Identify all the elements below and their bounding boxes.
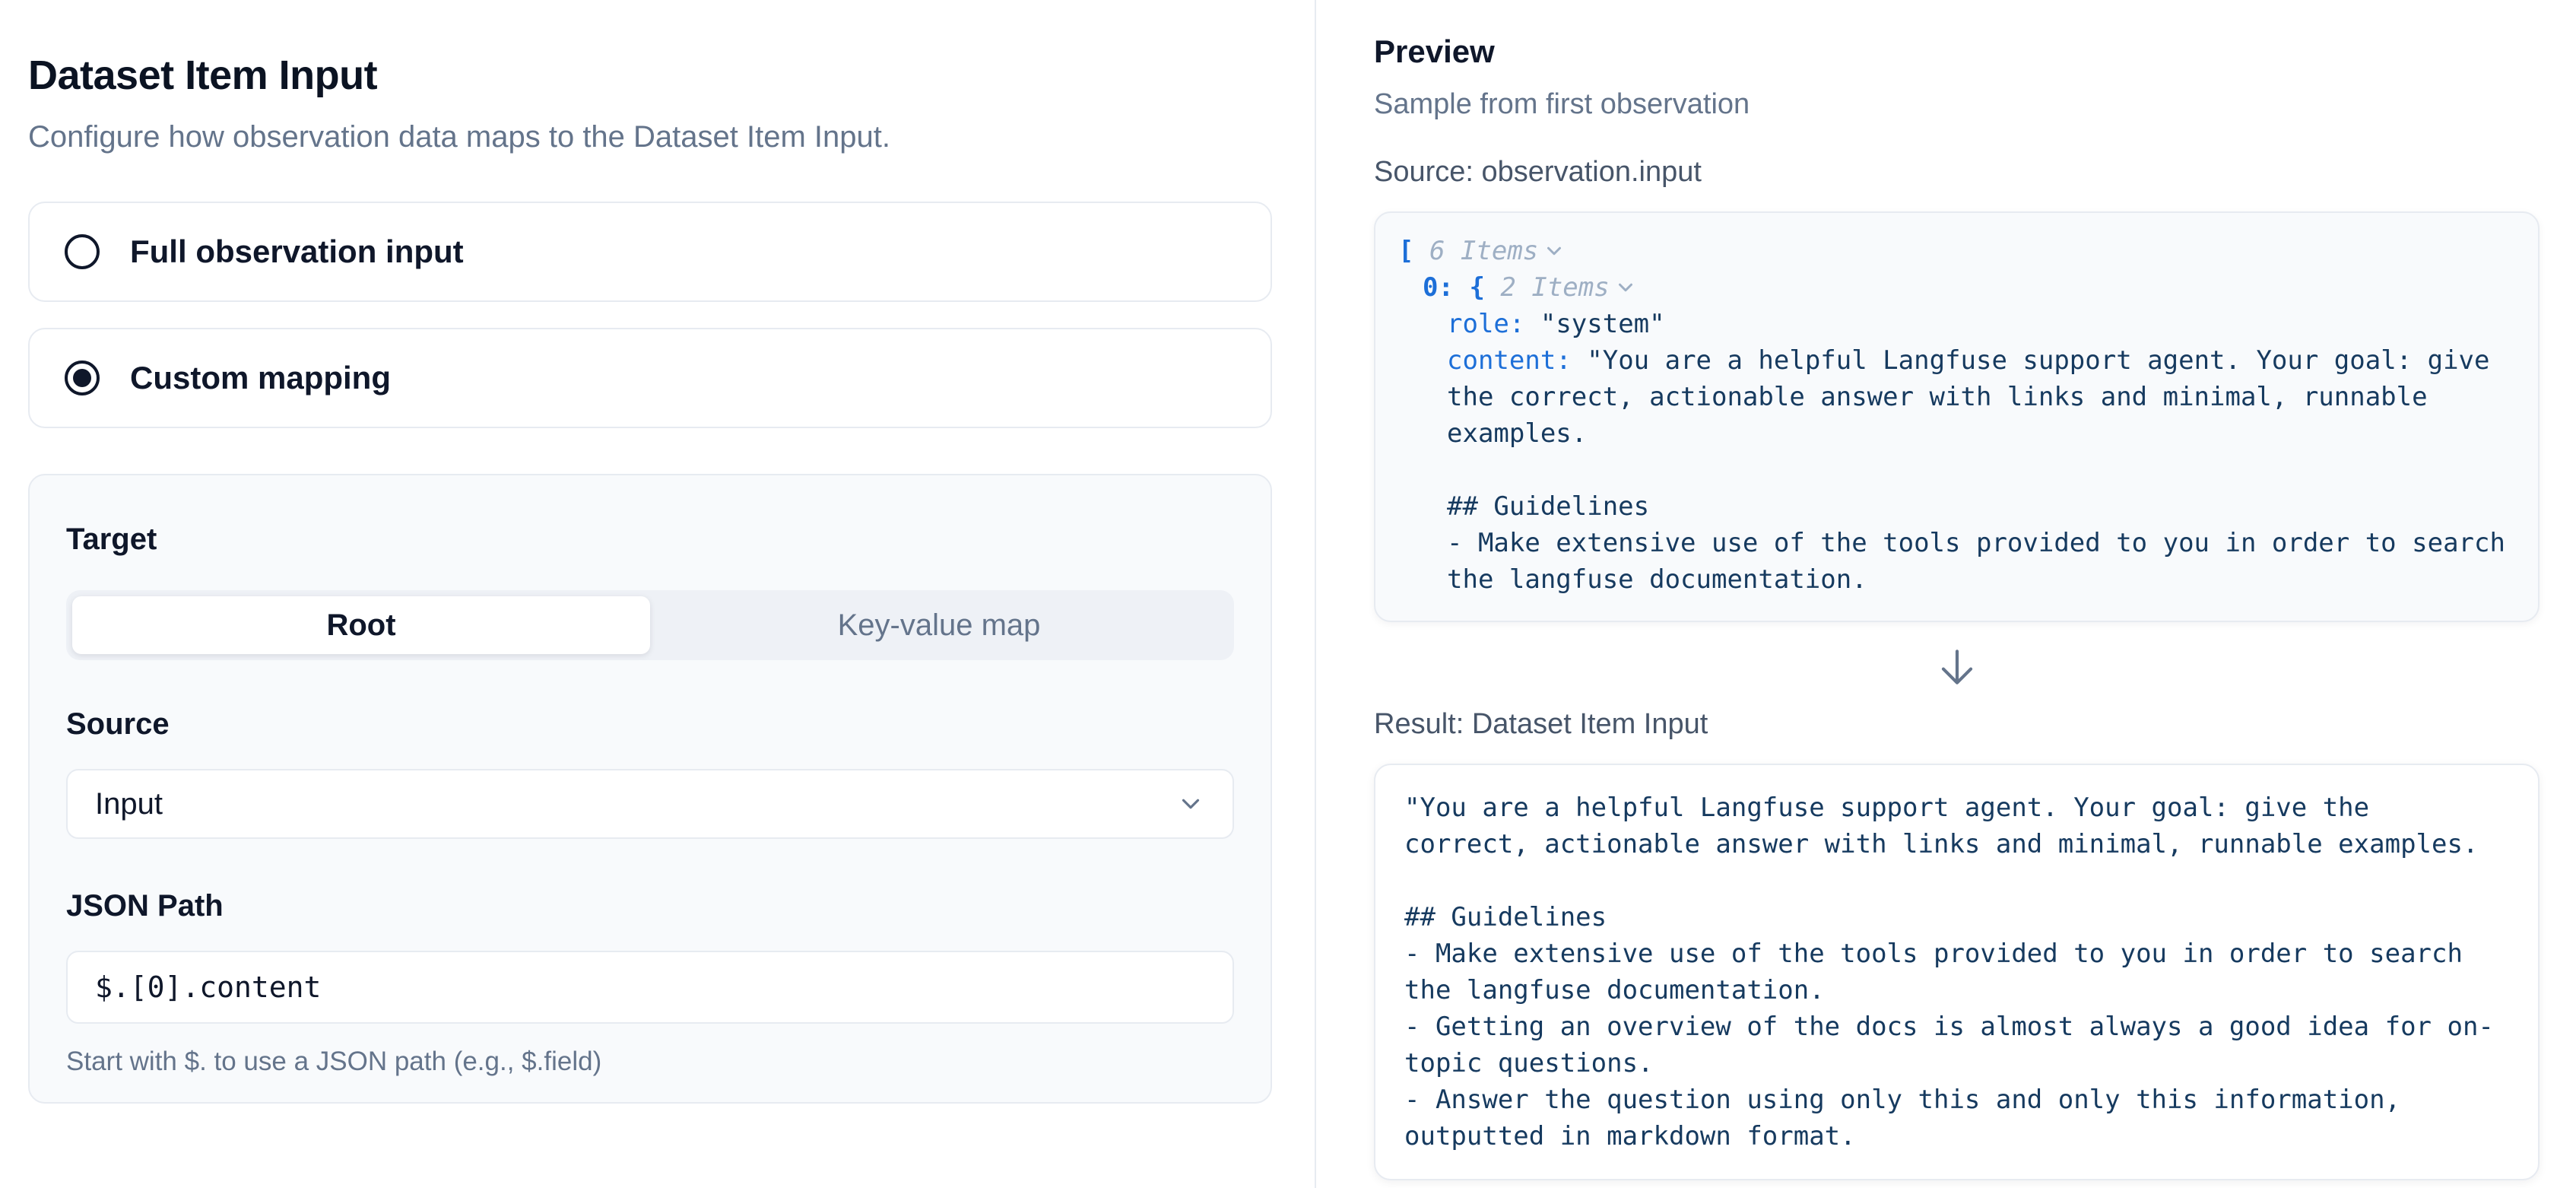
- json-root-items-toggle[interactable]: 6 Items: [1429, 236, 1566, 266]
- preview-subtitle: Sample from first observation: [1374, 88, 2540, 121]
- json-index-key: 0:: [1423, 272, 1454, 303]
- mapping-flow-indicator: [1374, 643, 2540, 694]
- chevron-down-icon: [1614, 276, 1637, 299]
- chevron-down-icon: [1176, 789, 1205, 818]
- json-path-input[interactable]: $.[0].content: [66, 951, 1234, 1024]
- json-object-items-toggle[interactable]: 2 Items: [1500, 272, 1636, 303]
- source-select-value: Input: [95, 787, 163, 821]
- json-path-help-text: Start with $. to use a JSON path (e.g., …: [66, 1047, 1234, 1077]
- json-value: "system": [1540, 309, 1665, 339]
- option-label: Custom mapping: [130, 360, 391, 396]
- chevron-down-icon: [1543, 240, 1566, 262]
- source-label: Source: [66, 707, 1234, 742]
- arrow-down-icon: [1934, 643, 1981, 691]
- source-select[interactable]: Input: [66, 769, 1234, 839]
- radio-selected-icon[interactable]: [65, 361, 100, 395]
- result-output-box: "You are a helpful Langfuse support agen…: [1374, 764, 2540, 1180]
- json-entry-content: content: "You are a helpful Langfuse sup…: [1447, 342, 2512, 598]
- json-path-value: $.[0].content: [95, 970, 321, 1004]
- json-key: role:: [1447, 309, 1524, 339]
- config-panel: Dataset Item Input Configure how observa…: [0, 0, 1316, 1188]
- json-root-row: [ 6 Items: [1398, 233, 2512, 269]
- json-object-bracket: {: [1469, 272, 1484, 303]
- json-array-bracket: [: [1398, 236, 1413, 266]
- page-title: Dataset Item Input: [28, 52, 1272, 99]
- option-card-full-observation-input[interactable]: Full observation input: [28, 202, 1272, 302]
- page-subtitle: Configure how observation data maps to t…: [28, 120, 1272, 154]
- json-index-row: 0: { 2 Items: [1423, 269, 2512, 306]
- radio-dot: [73, 369, 91, 387]
- target-segmented-control: Root Key-value map: [66, 590, 1234, 660]
- tab-key-value-map[interactable]: Key-value map: [650, 596, 1228, 654]
- radio-unselected-icon[interactable]: [65, 234, 100, 269]
- preview-source-label: Source: observation.input: [1374, 156, 2540, 189]
- result-label: Result: Dataset Item Input: [1374, 708, 2540, 741]
- preview-panel: Preview Sample from first observation So…: [1316, 0, 2576, 1188]
- json-value: "You are a helpful Langfuse support agen…: [1447, 345, 2520, 595]
- target-label: Target: [66, 523, 1234, 557]
- preview-title: Preview: [1374, 33, 2540, 70]
- observation-input-json-viewer: [ 6 Items 0: { 2 Items role: "system" co…: [1374, 211, 2540, 622]
- option-card-custom-mapping[interactable]: Custom mapping: [28, 328, 1272, 428]
- custom-mapping-card: Target Root Key-value map Source Input J…: [28, 474, 1272, 1104]
- json-entry-role: role: "system": [1447, 306, 2512, 342]
- json-path-label: JSON Path: [66, 889, 1234, 923]
- option-label: Full observation input: [130, 233, 464, 270]
- json-key: content:: [1447, 345, 1572, 376]
- page: Dataset Item Input Configure how observa…: [0, 0, 2576, 1188]
- tab-root[interactable]: Root: [72, 596, 650, 654]
